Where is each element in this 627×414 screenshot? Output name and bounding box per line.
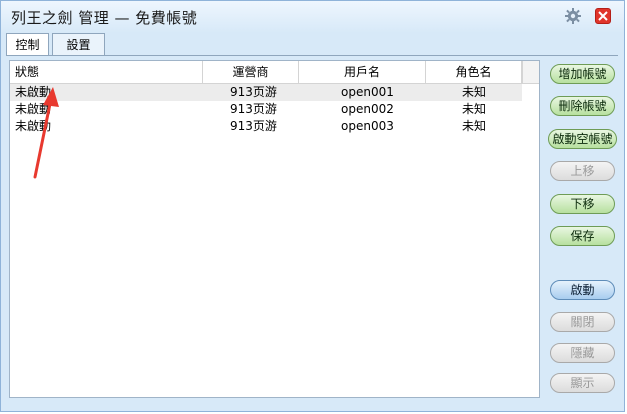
- table-header: 狀態 運營商 用戶名 角色名: [10, 61, 539, 84]
- account-table: 狀態 運營商 用戶名 角色名 未啟動 913页游 open001 未知 未啟動 …: [9, 60, 540, 398]
- cell-role: 未知: [462, 85, 487, 99]
- title-bar: 列王之劍 管理 — 免費帳號: [1, 1, 624, 33]
- tab-divider: [6, 55, 618, 56]
- close-button[interactable]: 關閉: [550, 312, 615, 332]
- save-button[interactable]: 保存: [550, 226, 615, 246]
- tab-settings[interactable]: 設置: [52, 33, 105, 55]
- hide-button[interactable]: 隱藏: [550, 343, 615, 363]
- cell-role: 未知: [462, 119, 487, 133]
- close-icon[interactable]: [595, 8, 611, 24]
- cell-username: open002: [341, 102, 394, 116]
- add-account-button[interactable]: 增加帳號: [550, 64, 615, 84]
- annotation-arrow-icon: [33, 87, 59, 179]
- move-up-button[interactable]: 上移: [550, 161, 615, 181]
- window-title: 列王之劍 管理 — 免費帳號: [11, 9, 198, 27]
- gear-icon[interactable]: [564, 7, 582, 25]
- table-row[interactable]: 未啟動 913页游 open001 未知: [10, 84, 522, 101]
- column-header-username[interactable]: 用戶名: [299, 61, 426, 83]
- move-down-button[interactable]: 下移: [550, 194, 615, 214]
- cell-username: open003: [341, 119, 394, 133]
- show-button[interactable]: 顯示: [550, 373, 615, 393]
- start-empty-account-button[interactable]: 啟動空帳號: [548, 129, 617, 149]
- cell-role: 未知: [462, 102, 487, 116]
- cell-operator: 913页游: [230, 119, 277, 133]
- start-button[interactable]: 啟動: [550, 280, 615, 300]
- column-header-operator[interactable]: 運營商: [203, 61, 299, 83]
- column-header-role[interactable]: 角色名: [426, 61, 522, 83]
- cell-operator: 913页游: [230, 85, 277, 99]
- column-header-status[interactable]: 狀態: [10, 61, 203, 83]
- cell-operator: 913页游: [230, 102, 277, 116]
- delete-account-button[interactable]: 刪除帳號: [550, 96, 615, 116]
- header-filler: [522, 61, 539, 83]
- app-window: 列王之劍 管理 — 免費帳號 控制 設置 狀態 運營商 用戶名 角色名 未啟動 …: [0, 0, 625, 412]
- table-row[interactable]: 未啟動 913页游 open003 未知: [10, 118, 522, 135]
- tab-control[interactable]: 控制: [6, 33, 49, 56]
- table-row[interactable]: 未啟動 913页游 open002 未知: [10, 101, 522, 118]
- cell-username: open001: [341, 85, 394, 99]
